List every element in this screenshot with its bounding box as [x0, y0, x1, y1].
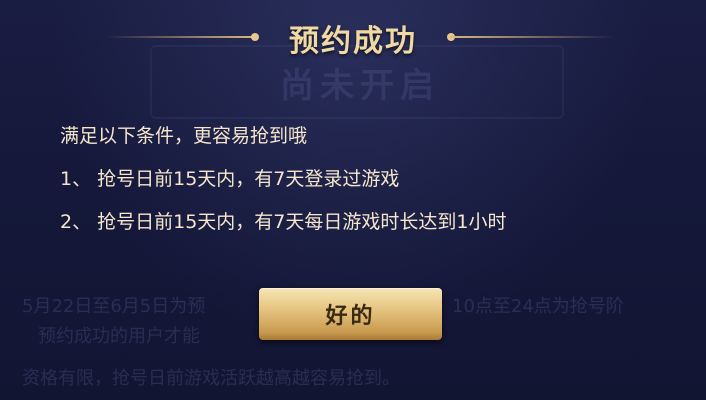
title-divider-right [450, 36, 615, 38]
dialog-title: 预约成功 [289, 24, 417, 59]
background-text-line: 预约成功的用户才能 [38, 326, 200, 347]
dialog-text-condition-1: 1、 抢号日前15天内，有7天登录过游戏 [60, 168, 400, 190]
background-title: 尚未开启 [280, 66, 440, 106]
background-text-line: 资格有限，抢号日前游戏活跃越高越容易抢到。 [22, 368, 400, 389]
dialog-text-intro: 满足以下条件，更容易抢到哦 [60, 125, 308, 147]
dialog-text-condition-2: 2、 抢号日前15天内，有7天每日游戏时长达到1小时 [60, 211, 507, 233]
background-text-line: 5月22日至6月5日为预 [22, 296, 206, 317]
background-text-line: 10点至24点为抢号阶 [452, 296, 624, 317]
ok-button[interactable]: 好的 [259, 288, 442, 340]
